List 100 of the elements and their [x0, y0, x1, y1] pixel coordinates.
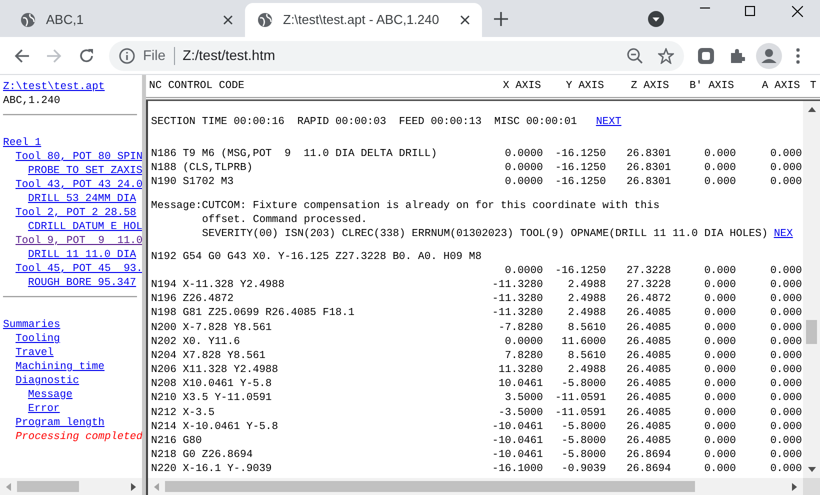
axis-value: 0.000	[703, 377, 736, 392]
axis-value: -11.0591	[554, 391, 606, 406]
tree-link[interactable]: Tooling	[16, 332, 60, 346]
axis-value: 3.5000	[504, 391, 543, 406]
tree-link[interactable]: ROUGH BORE 95.347	[28, 276, 136, 290]
nc-code: N194 X-11.328 Y2.4988	[151, 278, 286, 292]
menu-icon[interactable]	[796, 48, 800, 64]
axis-value: 26.4085	[625, 334, 671, 349]
tree-link[interactable]: DRILL 53 24MM DIA	[28, 192, 136, 206]
tree-link[interactable]: Tool 80, POT 80 SPIN	[16, 150, 142, 164]
close-icon[interactable]	[460, 15, 470, 25]
tree-link[interactable]: Diagnostic	[16, 374, 80, 388]
axis-value: 26.4085	[625, 406, 671, 420]
axis-value: 0.000	[769, 420, 802, 434]
tree-link[interactable]: Tool 9, POT 9 11.0	[16, 234, 142, 248]
info-icon	[119, 48, 135, 64]
message-text: offset. Command processed.	[202, 212, 368, 227]
axis-value: 26.4085	[625, 363, 671, 378]
axis-value: 0.000	[769, 434, 802, 448]
axis-value: 0.000	[703, 348, 736, 364]
nc-code: N192 G54 G0 G43 X0. Y-16.125 Z27.3228 B0. A0. H09 M8	[151, 250, 481, 264]
axis-value: 11.6000	[560, 334, 606, 349]
tree-link[interactable]: Message	[28, 388, 73, 402]
axis-value: 0.000	[769, 391, 802, 406]
back-icon[interactable]	[14, 48, 30, 64]
axis-value: 8.5610	[566, 320, 606, 335]
axis-value: 0.000	[703, 320, 736, 335]
axis-value: 0.000	[703, 175, 736, 190]
tree-link[interactable]: Summaries	[3, 318, 60, 332]
axis-value: 0.000	[769, 175, 802, 190]
axis-value: 0.0000	[504, 175, 543, 190]
file-link[interactable]: Z:\test\test.apt	[3, 80, 105, 94]
axis-value: 26.8694	[625, 462, 671, 477]
scrollbar-thumb[interactable]	[165, 481, 695, 492]
tree-link[interactable]: Tool 45, POT 45 93.	[16, 262, 142, 276]
down-arrow-icon[interactable]	[808, 467, 816, 472]
address-bar[interactable]: File Z:/test/test.htm	[109, 40, 684, 70]
reload-icon[interactable]	[79, 48, 95, 64]
tree-link[interactable]: Tool 2, POT 2 28.58	[16, 206, 136, 220]
tree-link[interactable]: CDRILL DATUM E HOL	[28, 220, 142, 234]
zoom-out-icon[interactable]	[627, 48, 643, 64]
tree-link[interactable]: Travel	[16, 346, 54, 360]
axis-value: -10.0461	[491, 448, 543, 462]
next-link[interactable]: NEXT	[596, 115, 622, 129]
axis-value: 8.5610	[566, 348, 606, 364]
tree-link[interactable]: Error	[28, 402, 60, 416]
scrollbar-thumb[interactable]	[17, 481, 79, 492]
message-text: SEVERITY(00) ISN(203) CLREC(338) ERRNUM(01302023) TOOL(9) OPNAME(DRILL 11 11.0 DIA HOLES)	[202, 226, 768, 241]
axis-value: 0.000	[703, 391, 736, 406]
horizontal-scrollbar[interactable]	[0, 478, 142, 495]
next-link[interactable]: NEX	[774, 226, 793, 241]
star-icon[interactable]	[658, 48, 674, 64]
puzzle-icon[interactable]	[729, 48, 745, 64]
up-arrow-icon[interactable]	[808, 107, 816, 112]
vertical-scrollbar[interactable]	[803, 101, 820, 478]
nc-code: N198 G81 Z25.0699 R26.4085 F18.1	[151, 306, 356, 320]
tree-link[interactable]: Tool 43, POT 43 24.0	[16, 178, 142, 192]
axis-value: -10.0461	[491, 434, 543, 448]
tree-link[interactable]: Reel 1	[3, 136, 42, 150]
tree-link[interactable]: Program length	[16, 416, 105, 430]
axis-value: 0.000	[703, 147, 736, 162]
axis-value: 0.000	[769, 320, 802, 335]
profile-icon[interactable]	[756, 42, 782, 68]
close-icon[interactable]	[792, 6, 803, 17]
axis-value: -16.1250	[554, 147, 606, 162]
right-arrow-icon[interactable]	[131, 482, 136, 490]
axis-value: 0.000	[769, 363, 802, 378]
scrollbar-thumb[interactable]	[806, 320, 817, 344]
right-arrow-icon[interactable]	[792, 482, 797, 490]
axis-value: 7.8280	[504, 348, 543, 364]
axis-value: 0.000	[769, 264, 802, 278]
axis-value: 0.000	[769, 334, 802, 349]
axis-value: 10.0461	[497, 377, 543, 392]
tree-link[interactable]: DRILL 11 11.0 DIA	[28, 248, 136, 262]
axis-value: 0.000	[703, 434, 736, 448]
axis-value: 0.0000	[504, 264, 543, 278]
maximize-icon[interactable]	[745, 6, 755, 16]
axis-value: 0.000	[769, 348, 802, 364]
browser-tab[interactable]: Z:\test\test.apt - ABC,1.240	[245, 3, 482, 37]
axis-value: 26.4085	[625, 434, 671, 448]
tree-link[interactable]: Machining time	[16, 360, 105, 374]
axis-value: 0.000	[703, 334, 736, 349]
version-text: ABC,1.240	[3, 94, 60, 108]
axis-value: 0.000	[703, 363, 736, 378]
axis-value: -5.8000	[560, 448, 606, 462]
axis-value: 26.4085	[625, 348, 671, 364]
extension-app-icon[interactable]	[697, 46, 715, 64]
axis-value: 0.000	[703, 406, 736, 420]
tab-title: ABC,1	[46, 11, 85, 30]
axis-value: 0.000	[703, 264, 736, 278]
nc-code: N214 X-10.0461 Y-5.8	[151, 420, 280, 434]
tab-search-icon[interactable]	[648, 11, 664, 27]
nc-code: N204 X7.828 Y8.561	[151, 348, 266, 364]
horizontal-scrollbar[interactable]	[148, 478, 803, 495]
plus-icon[interactable]	[494, 12, 508, 26]
axis-value: 0.000	[703, 161, 736, 176]
scheme-label: File	[143, 46, 166, 65]
axis-value: -11.3280	[491, 292, 543, 306]
tree-link[interactable]: PROBE TO SET ZAXIS	[28, 164, 142, 178]
close-icon[interactable]	[223, 15, 233, 25]
